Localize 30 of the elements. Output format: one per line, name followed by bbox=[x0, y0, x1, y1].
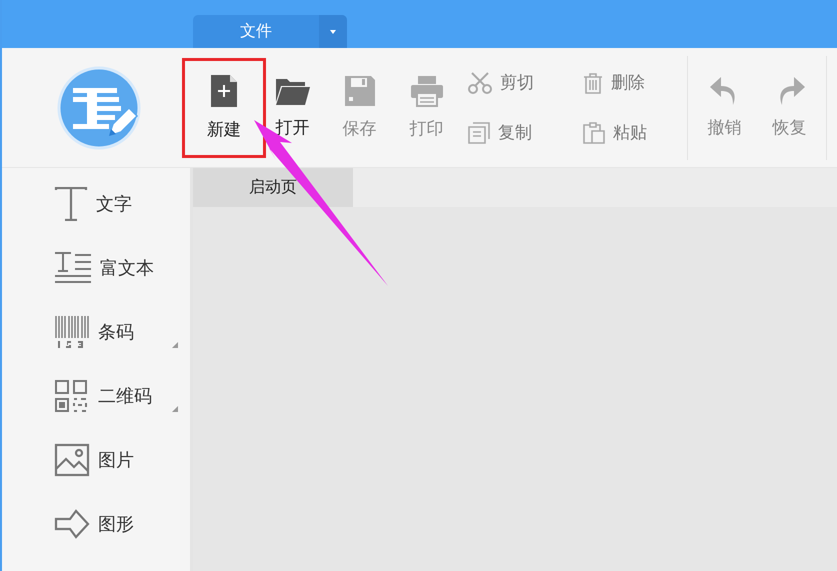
printer-icon bbox=[410, 75, 444, 107]
rich-text-icon bbox=[54, 251, 92, 285]
clipboard-icon bbox=[583, 122, 605, 144]
trash-can-icon bbox=[583, 72, 603, 94]
new-button[interactable]: 新建 bbox=[182, 58, 266, 158]
barcode-icon bbox=[54, 315, 90, 349]
shape-icon bbox=[54, 509, 90, 539]
document-tab[interactable]: 启动页 bbox=[193, 168, 353, 207]
app-logo-icon bbox=[57, 66, 141, 150]
image-icon bbox=[54, 443, 90, 477]
dropdown-caret-icon[interactable] bbox=[319, 15, 347, 48]
text-tool-icon bbox=[54, 187, 88, 221]
sidebar-item[interactable]: 图形 bbox=[2, 506, 190, 542]
sidebar-item-label: 条码 bbox=[98, 321, 134, 344]
sidebar-item[interactable]: 文字 bbox=[2, 186, 190, 222]
sidebar-item-label: 图片 bbox=[98, 449, 134, 472]
sidebar-item[interactable]: 二维码 bbox=[2, 378, 190, 414]
sidebar-item[interactable]: 富文本 bbox=[2, 250, 190, 286]
sidebar-item[interactable]: 条码 bbox=[2, 314, 190, 350]
sidebar-item-label: 富文本 bbox=[100, 257, 154, 280]
file-menu-label: 文件 bbox=[239, 20, 273, 42]
new-document-icon bbox=[209, 74, 239, 108]
scissors-icon bbox=[468, 72, 492, 94]
qr-code-icon bbox=[54, 379, 90, 413]
sidebar-item-label: 二维码 bbox=[98, 385, 152, 408]
sidebar-item-label: 图形 bbox=[98, 513, 134, 536]
folder-icon bbox=[274, 76, 310, 106]
sidebar-item[interactable]: 图片 bbox=[2, 442, 190, 478]
sidebar-item-label: 文字 bbox=[96, 193, 132, 216]
copy-icon bbox=[468, 122, 490, 144]
